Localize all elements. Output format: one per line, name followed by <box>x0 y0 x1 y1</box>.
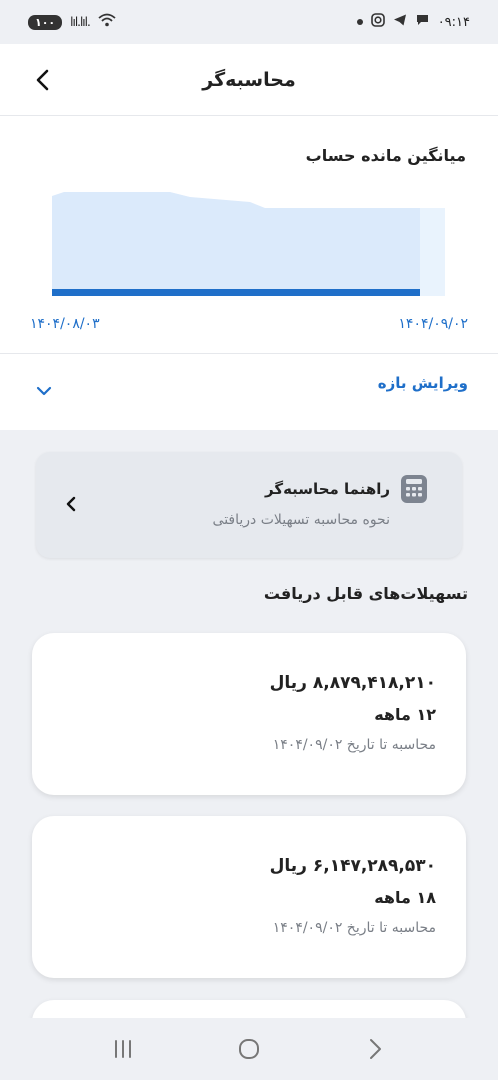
loans-section-title: تسهیلات‌های قابل دریافت <box>263 584 468 603</box>
loan-date-note: محاسبه تا تاریخ ۱۴۰۴/۰۹/۰۲ <box>272 920 436 936</box>
telegram-icon <box>393 13 407 31</box>
chevron-left-icon <box>36 69 49 91</box>
loan-term: ۱۲ ماهه <box>374 705 436 724</box>
guide-title: راهنما محاسبه‌گر <box>265 480 390 498</box>
chart-end-date: ۱۴۰۴/۰۸/۰۳ <box>30 316 100 332</box>
instagram-icon <box>370 13 385 31</box>
loan-card[interactable]: ۶,۱۴۷,۲۸۹,۵۳۰ ریال ۱۸ ماهه محاسبه تا تار… <box>32 816 466 978</box>
chevron-left-icon <box>66 496 76 512</box>
system-nav-bar <box>0 1018 498 1080</box>
chart-area-tail <box>420 208 445 296</box>
edit-range-label: ویرایش بازه <box>377 374 468 392</box>
home-icon <box>239 1039 259 1059</box>
battery-indicator: ۱۰۰ <box>28 14 63 30</box>
loan-term: ۱۸ ماهه <box>374 888 436 907</box>
status-time: ۰۹:۱۴ <box>437 14 470 30</box>
chat-icon <box>415 13 430 31</box>
app-header: محاسبه‌گر <box>0 44 498 116</box>
loan-card[interactable]: ۸,۸۷۹,۴۱۸,۲۱۰ ریال ۱۲ ماهه محاسبه تا تار… <box>32 633 466 795</box>
recent-apps-icon <box>115 1040 131 1058</box>
chart-baseline <box>52 289 420 296</box>
home-button[interactable] <box>229 1029 269 1069</box>
back-button[interactable] <box>26 62 58 98</box>
chart-start-date: ۱۴۰۴/۰۹/۰۲ <box>398 316 468 332</box>
calculator-guide-card[interactable]: راهنما محاسبه‌گر نحوه محاسبه تسهیلات دری… <box>36 452 462 558</box>
page-title: محاسبه‌گر <box>202 69 296 91</box>
recent-apps-button[interactable] <box>103 1029 143 1069</box>
loan-date-note: محاسبه تا تاریخ ۱۴۰۴/۰۹/۰۲ <box>272 737 436 753</box>
status-bar: ۱۰۰ lıl.lıl. ۰۹:۱۴ <box>0 0 498 44</box>
balance-chart-section: میانگین مانده حساب ۱۴۰۴/۰۹/۰۲ ۱۴۰۴/۰۸/۰۳ <box>0 116 498 354</box>
system-back-button[interactable] <box>355 1029 395 1069</box>
status-right: ۰۹:۱۴ <box>356 13 470 31</box>
wifi-icon <box>98 13 116 31</box>
calculator-icon <box>401 475 427 503</box>
notification-dot-icon <box>356 19 363 25</box>
signal-icon: lıl.lıl. <box>70 15 91 29</box>
loan-amount: ۸,۸۷۹,۴۱۸,۲۱۰ ریال <box>269 673 436 693</box>
chevron-right-icon <box>370 1039 381 1059</box>
loan-amount: ۶,۱۴۷,۲۸۹,۵۳۰ ریال <box>269 856 436 876</box>
chevron-down-icon <box>36 386 52 396</box>
edit-range-toggle[interactable]: ویرایش بازه <box>0 354 498 430</box>
chart-area <box>52 192 445 296</box>
status-left: ۱۰۰ lıl.lıl. <box>28 13 116 31</box>
guide-subtitle: نحوه محاسبه تسهیلات دریافتی <box>212 512 390 528</box>
